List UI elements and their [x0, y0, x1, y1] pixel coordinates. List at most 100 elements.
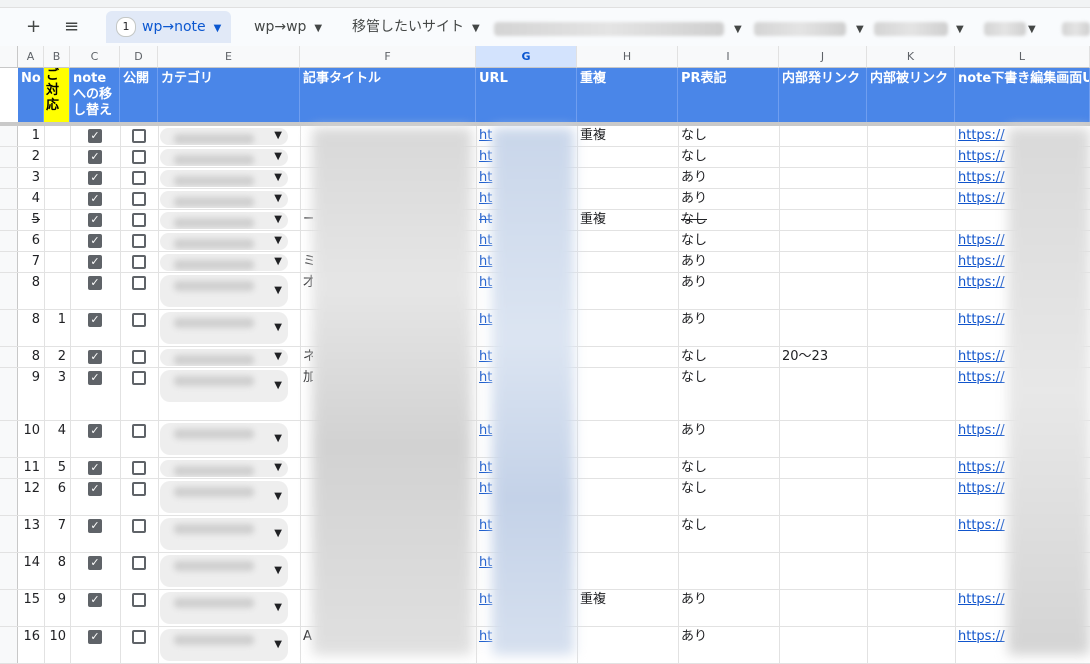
- cell-no[interactable]: 11: [18, 458, 40, 478]
- cell-note-edit-link[interactable]: https://: [958, 458, 1008, 478]
- cell-pr[interactable]: なし: [681, 479, 776, 499]
- column-header-a[interactable]: A: [18, 46, 44, 68]
- cell-url-link[interactable]: ht: [479, 147, 493, 167]
- cell-response[interactable]: 9: [44, 590, 66, 610]
- tab-wp-wp[interactable]: wp→wp ▼: [254, 11, 322, 43]
- cell-url-link[interactable]: ht: [479, 458, 493, 478]
- cell-note-edit-link[interactable]: https://: [958, 231, 1008, 251]
- blurred-tab[interactable]: [754, 22, 846, 36]
- row-header[interactable]: [0, 252, 18, 272]
- checkbox-note-migrated[interactable]: ✓: [88, 519, 102, 533]
- cell-no[interactable]: 12: [18, 479, 40, 499]
- checkbox-note-migrated[interactable]: ✓: [88, 424, 102, 438]
- row-header[interactable]: [0, 273, 18, 309]
- cell-note-edit-link[interactable]: https://: [958, 347, 1008, 367]
- row-header[interactable]: [0, 368, 18, 420]
- plus-icon[interactable]: +: [26, 16, 41, 38]
- row-header[interactable]: [0, 310, 18, 346]
- cell-response[interactable]: 4: [44, 421, 66, 441]
- cell-no[interactable]: 5: [18, 210, 40, 230]
- cell-pr[interactable]: あり: [681, 189, 776, 209]
- row-header[interactable]: [0, 590, 18, 626]
- cell-duplicate[interactable]: 重複: [580, 210, 675, 230]
- cell-pr[interactable]: なし: [681, 347, 776, 367]
- caret-down-icon[interactable]: ▼: [274, 151, 282, 162]
- checkbox-public[interactable]: [132, 556, 146, 570]
- cell-response[interactable]: 8: [44, 553, 66, 573]
- cell-response[interactable]: 1: [44, 310, 66, 330]
- checkbox-public[interactable]: [132, 424, 146, 438]
- category-dropdown[interactable]: ▼: [160, 555, 288, 587]
- column-header-d[interactable]: D: [120, 46, 158, 68]
- cell-no[interactable]: 3: [18, 168, 40, 188]
- checkbox-note-migrated[interactable]: ✓: [88, 630, 102, 644]
- cell-pr[interactable]: あり: [681, 310, 776, 330]
- cell-pr[interactable]: あり: [681, 421, 776, 441]
- cell-response[interactable]: 10: [44, 627, 66, 647]
- cell-no[interactable]: 6: [18, 231, 40, 251]
- checkbox-public[interactable]: [132, 276, 146, 290]
- cell-note-edit-link[interactable]: https://: [958, 126, 1008, 146]
- checkbox-note-migrated[interactable]: ✓: [88, 313, 102, 327]
- caret-down-icon[interactable]: ▼: [274, 351, 282, 362]
- select-all-corner[interactable]: [0, 46, 18, 68]
- category-dropdown[interactable]: ▼: [160, 149, 288, 166]
- tab-migration-sites[interactable]: 移管したいサイト ▼: [352, 11, 480, 43]
- cell-url-link[interactable]: ht: [479, 310, 493, 330]
- cell-no[interactable]: 10: [18, 421, 40, 441]
- category-dropdown[interactable]: ▼: [160, 191, 288, 208]
- column-header-f[interactable]: F: [300, 46, 476, 68]
- checkbox-note-migrated[interactable]: ✓: [88, 255, 102, 269]
- cell-note-edit-link[interactable]: https://: [958, 189, 1008, 209]
- cell-no[interactable]: 1: [18, 126, 40, 146]
- row-header[interactable]: [0, 627, 18, 663]
- cell-url-link[interactable]: ht: [479, 252, 493, 272]
- cell-response[interactable]: 2: [44, 347, 66, 367]
- caret-down-icon[interactable]: ▼: [314, 23, 322, 34]
- checkbox-public[interactable]: [132, 593, 146, 607]
- cell-no[interactable]: 7: [18, 252, 40, 272]
- cell-note-edit-link[interactable]: https://: [958, 147, 1008, 167]
- cell-pr[interactable]: あり: [681, 273, 776, 293]
- category-dropdown[interactable]: ▼: [160, 212, 288, 229]
- checkbox-public[interactable]: [132, 234, 146, 248]
- cell-note-edit-link[interactable]: https://: [958, 479, 1008, 499]
- cell-pr[interactable]: なし: [681, 231, 776, 251]
- category-dropdown[interactable]: ▼: [160, 275, 288, 307]
- category-dropdown[interactable]: ▼: [160, 423, 288, 455]
- cell-pr[interactable]: あり: [681, 252, 776, 272]
- caret-down-icon[interactable]: ▼: [274, 130, 282, 141]
- checkbox-public[interactable]: [132, 482, 146, 496]
- cell-url-link[interactable]: ht: [479, 189, 493, 209]
- cell-url-link[interactable]: ht: [479, 516, 493, 536]
- caret-down-icon[interactable]: ▼: [214, 23, 222, 34]
- checkbox-public[interactable]: [132, 313, 146, 327]
- checkbox-note-migrated[interactable]: ✓: [88, 150, 102, 164]
- cell-url-link[interactable]: ht: [479, 368, 493, 388]
- cell-note-edit-link[interactable]: https://: [958, 590, 1008, 610]
- cell-no[interactable]: 2: [18, 147, 40, 167]
- cell-pr[interactable]: あり: [681, 627, 776, 647]
- caret-down-icon[interactable]: ▼: [274, 193, 282, 204]
- cell-no[interactable]: 8: [18, 347, 40, 367]
- column-header-h[interactable]: H: [577, 46, 678, 68]
- row-header[interactable]: [0, 458, 18, 478]
- cell-url-link[interactable]: ht: [479, 126, 493, 146]
- cell-url-link[interactable]: ht: [479, 421, 493, 441]
- checkbox-public[interactable]: [132, 519, 146, 533]
- caret-down-icon[interactable]: ▼: [274, 528, 282, 539]
- checkbox-note-migrated[interactable]: ✓: [88, 213, 102, 227]
- cell-url-link[interactable]: ht: [479, 553, 493, 573]
- cell-url-link[interactable]: ht: [479, 347, 493, 367]
- cell-url-link[interactable]: ht: [479, 273, 493, 293]
- cell-note-edit-link[interactable]: https://: [958, 273, 1008, 293]
- caret-down-icon[interactable]: ▼: [274, 639, 282, 650]
- column-header-c[interactable]: C: [70, 46, 120, 68]
- blurred-tab[interactable]: [1062, 22, 1090, 36]
- category-dropdown[interactable]: ▼: [160, 370, 288, 402]
- category-dropdown[interactable]: ▼: [160, 312, 288, 344]
- column-header-b[interactable]: B: [44, 46, 70, 68]
- cell-note-edit-link[interactable]: https://: [958, 368, 1008, 388]
- checkbox-public[interactable]: [132, 461, 146, 475]
- row-header[interactable]: [0, 147, 18, 167]
